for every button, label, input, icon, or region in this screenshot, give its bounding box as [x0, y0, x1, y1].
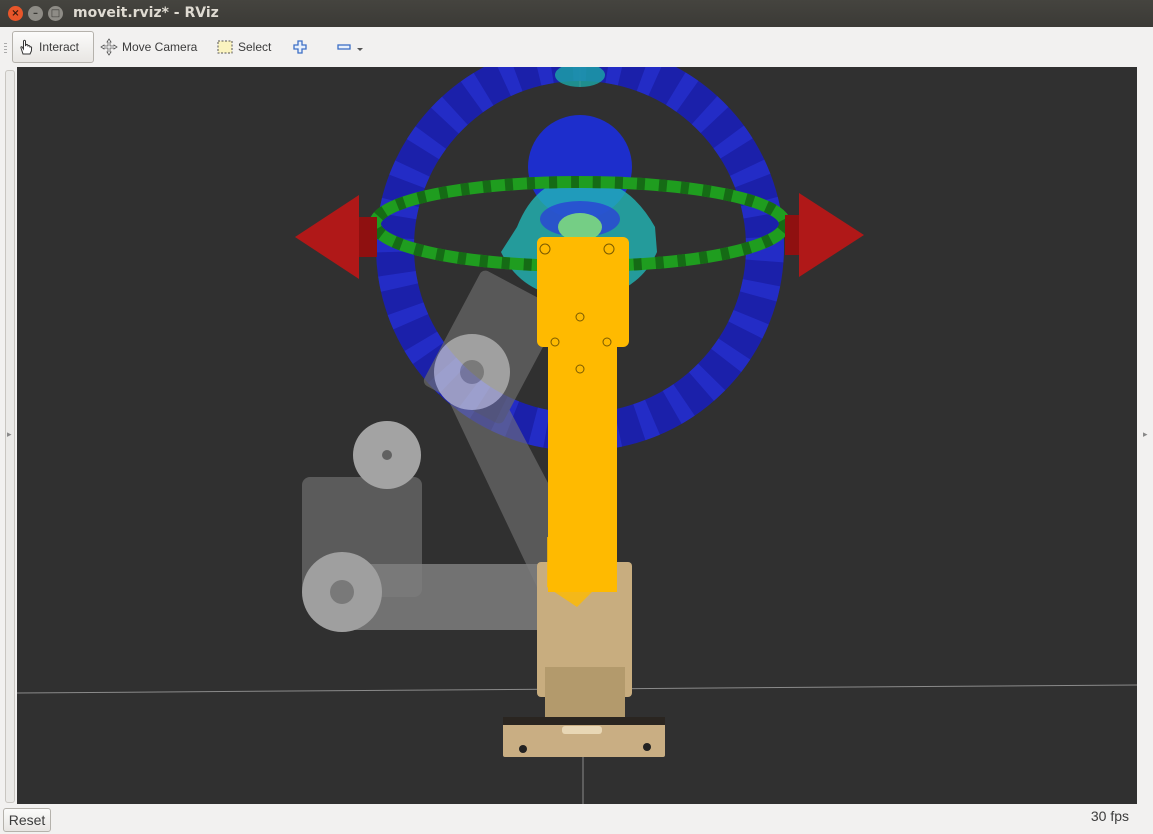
- tools-toolbar: Interact Move Camera Select: [0, 27, 1153, 67]
- remove-tool-button[interactable]: [332, 31, 368, 63]
- left-panel-expand-icon[interactable]: ▸: [7, 430, 12, 440]
- 3d-scene: [17, 67, 1137, 804]
- move-camera-tool-label: Move Camera: [122, 40, 198, 54]
- remove-tool-dropdown-icon[interactable]: [356, 39, 364, 55]
- move-camera-icon: [100, 38, 118, 56]
- add-tool-icon: [292, 39, 308, 55]
- window-minimize-button[interactable]: –: [28, 6, 43, 21]
- hand-pointer-icon: [17, 38, 35, 56]
- remove-tool-icon: [336, 39, 352, 55]
- window-title: moveit.rviz* - RViz: [73, 5, 219, 21]
- translate-arrow-right[interactable]: [785, 193, 864, 277]
- 3d-render-viewport[interactable]: [17, 67, 1137, 804]
- interact-tool-button[interactable]: Interact: [12, 31, 94, 63]
- move-camera-tool-button[interactable]: Move Camera: [96, 31, 201, 63]
- interact-tool-label: Interact: [39, 40, 80, 54]
- marker-top-cap: [555, 67, 605, 87]
- select-tool-button[interactable]: Select: [212, 31, 275, 63]
- rviz-window: × – □ moveit.rviz* - RViz Interact Move …: [0, 0, 1153, 834]
- right-panel-expand-icon[interactable]: ▸: [1143, 430, 1148, 440]
- status-bar: Reset 30 fps: [0, 804, 1153, 834]
- toolbar-grip[interactable]: [4, 43, 7, 53]
- reset-button[interactable]: Reset: [3, 808, 51, 832]
- select-tool-label: Select: [238, 40, 272, 54]
- fps-readout: 30 fps: [1090, 808, 1129, 824]
- select-box-icon: [216, 38, 234, 56]
- translate-arrow-left[interactable]: [295, 195, 377, 279]
- window-close-button[interactable]: ×: [8, 6, 23, 21]
- window-maximize-button[interactable]: □: [48, 6, 63, 21]
- title-bar: × – □ moveit.rviz* - RViz: [0, 0, 1153, 27]
- add-tool-button[interactable]: [288, 31, 312, 63]
